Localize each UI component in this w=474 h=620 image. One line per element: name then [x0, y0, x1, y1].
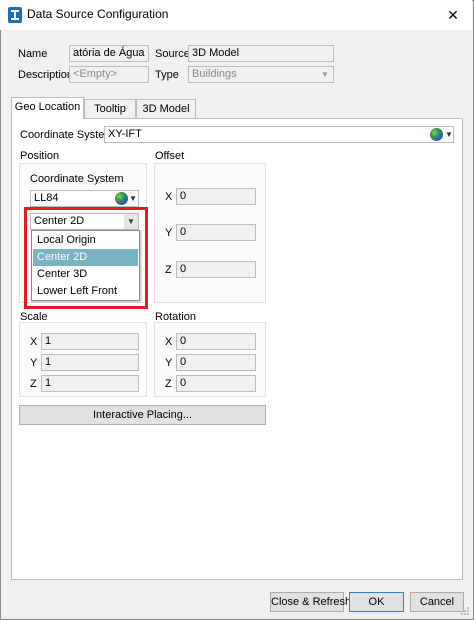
position-coord-value: LL84 — [34, 192, 59, 204]
tab-tooltip[interactable]: Tooltip — [84, 99, 136, 119]
offset-x-label: X — [165, 191, 173, 203]
close-refresh-button[interactable]: Close & Refresh — [270, 592, 351, 612]
offset-title: Offset — [155, 150, 185, 162]
rotation-y-label: Y — [165, 357, 173, 369]
name-field[interactable]: atória de Água (1) — [69, 45, 149, 62]
coord-system-select[interactable]: XY-IFT — [104, 126, 454, 143]
cancel-button[interactable]: Cancel — [410, 592, 464, 612]
scale-z-field[interactable]: 1 — [41, 375, 139, 392]
ok-button[interactable]: OK — [349, 592, 404, 612]
scale-x-field[interactable]: 1 — [41, 333, 139, 350]
window-title: Data Source Configuration — [27, 7, 169, 21]
tab-seam — [12, 117, 83, 119]
type-label: Type — [155, 69, 179, 81]
type-select[interactable]: Buildings — [188, 66, 334, 83]
chevron-down-icon: ▼ — [321, 70, 329, 79]
offset-z-field[interactable]: 0 — [176, 261, 256, 278]
chevron-down-icon[interactable]: ▼ — [442, 127, 456, 142]
interactive-placing-button[interactable]: Interactive Placing... — [19, 405, 266, 425]
tab-geo-location[interactable]: Geo Location — [11, 97, 84, 119]
app-icon — [8, 7, 22, 23]
type-select-value: Buildings — [192, 68, 237, 80]
offset-y-field[interactable]: 0 — [176, 224, 256, 241]
name-label: Name — [18, 48, 48, 60]
rotation-x-label: X — [165, 336, 173, 348]
scale-x-label: X — [30, 336, 38, 348]
position-coord-label: Coordinate System — [30, 173, 124, 185]
description-field[interactable]: <Empty> — [69, 66, 149, 83]
rotation-z-label: Z — [165, 378, 172, 390]
close-icon[interactable]: ✕ — [441, 5, 465, 25]
description-label: Description — [18, 69, 74, 81]
title-bar[interactable]: Data Source Configuration ✕ — [0, 0, 472, 30]
coord-system-label: Coordinate System — [20, 129, 114, 141]
scale-z-label: Z — [30, 378, 37, 390]
scale-y-field[interactable]: 1 — [41, 354, 139, 371]
position-title: Position — [20, 150, 60, 162]
offset-y-label: Y — [165, 227, 173, 239]
source-field[interactable]: 3D Model — [188, 45, 334, 62]
tab-3d-model[interactable]: 3D Model — [136, 99, 196, 119]
scale-y-label: Y — [30, 357, 38, 369]
offset-x-field[interactable]: 0 — [176, 188, 256, 205]
highlight-box — [24, 207, 148, 309]
rotation-y-field[interactable]: 0 — [176, 354, 256, 371]
rotation-x-field[interactable]: 0 — [176, 333, 256, 350]
resize-grip-icon[interactable] — [460, 606, 470, 616]
offset-z-label: Z — [165, 264, 172, 276]
rotation-z-field[interactable]: 0 — [176, 375, 256, 392]
coord-system-value: XY-IFT — [108, 128, 142, 140]
chevron-down-icon[interactable]: ▼ — [126, 191, 140, 206]
source-label: Source — [155, 48, 190, 60]
